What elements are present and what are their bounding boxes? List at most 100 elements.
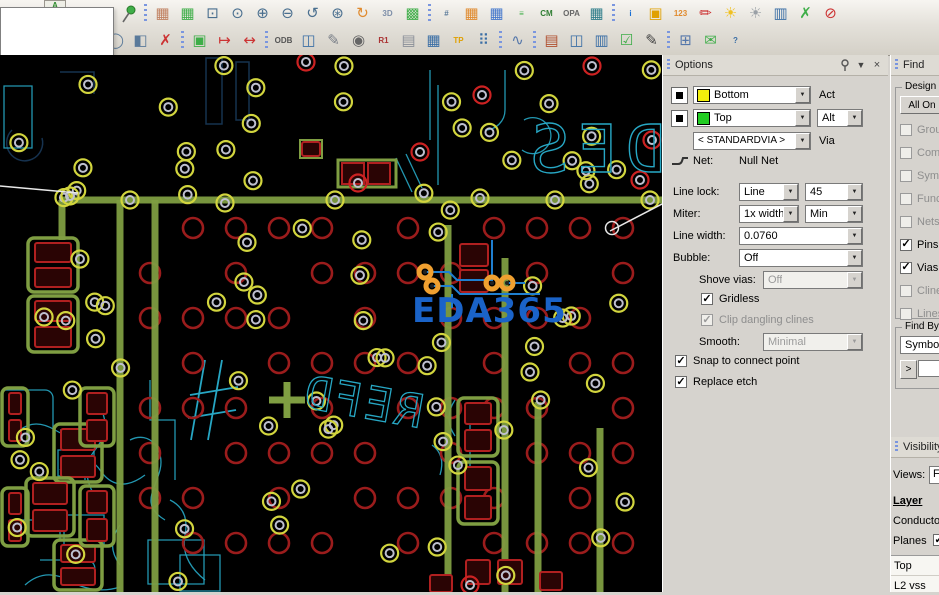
mail-send-button[interactable]: ✉ <box>698 29 723 53</box>
view-3d-button[interactable]: 3D <box>375 2 400 26</box>
zoom-fit-button[interactable]: ⊡ <box>200 2 225 26</box>
panel-grip[interactable] <box>667 59 670 71</box>
visibility-panel-header[interactable]: Visibility <box>891 437 939 458</box>
chevron-down-icon[interactable]: ▼ <box>854 58 868 72</box>
add-connect-button[interactable]: ∿ <box>505 29 530 53</box>
planes-checkbox[interactable]: ✓ <box>933 534 939 546</box>
zoom-world-button[interactable]: ⊛ <box>325 2 350 26</box>
find-filter-checkbox[interactable]: ✓ <box>900 239 912 251</box>
waive-tool-button[interactable]: ✗ <box>793 2 818 26</box>
odb-export-button[interactable]: ODB <box>271 29 296 53</box>
find-panel-header[interactable]: Find <box>891 55 939 76</box>
snapshot-button[interactable]: ◉ <box>346 29 371 53</box>
markup-pen-button[interactable]: ✎ <box>639 29 664 53</box>
testprep-key-button[interactable]: TP <box>446 29 471 53</box>
pcb-canvas[interactable]: DESREFDEDA365 <box>0 55 662 592</box>
combo-arrow-icon[interactable]: ▼ <box>847 184 862 200</box>
swap-blocks-button[interactable]: ▦ <box>459 2 484 26</box>
combo-arrow-icon[interactable]: ▼ <box>795 87 810 103</box>
via-array-button[interactable]: ⠿ <box>471 29 496 53</box>
refdes-tool-button[interactable]: R1 <box>371 29 396 53</box>
panel-grip[interactable] <box>895 441 898 453</box>
layer-stack-button[interactable]: ≡ <box>509 2 534 26</box>
line-angle-combobox[interactable]: 45 ▼ <box>805 183 863 201</box>
help-button[interactable]: ? <box>723 29 748 53</box>
combo-arrow-icon[interactable]: ▼ <box>847 250 862 266</box>
padstack-editor-button[interactable]: ▣ <box>187 29 212 53</box>
grid-toggle-button[interactable]: # <box>434 2 459 26</box>
zoom-in-button[interactable]: ⊕ <box>250 2 275 26</box>
check-report-button[interactable]: ☑ <box>614 29 639 53</box>
find-filter-vias[interactable]: ✓Vias <box>900 256 939 279</box>
combo-arrow-icon[interactable]: ▼ <box>783 206 798 222</box>
find-name-input[interactable] <box>918 360 939 377</box>
properties-table-button[interactable]: OPA <box>559 2 584 26</box>
layer-row-l2[interactable]: L2 vss <box>891 576 939 592</box>
artwork-grid-button[interactable]: ▦ <box>421 29 446 53</box>
alternate-layer-toggle[interactable] <box>671 110 688 127</box>
color-dialog-button[interactable]: ▩ <box>400 2 425 26</box>
zoom-out-button[interactable]: ⊖ <box>275 2 300 26</box>
module-blocks-button[interactable]: ▦ <box>484 2 509 26</box>
element-query-button[interactable]: ▣ <box>643 2 668 26</box>
sketch-grid-button[interactable]: ▦ <box>150 2 175 26</box>
bubble-combobox[interactable]: Off ▼ <box>739 249 863 267</box>
find-more-button[interactable]: > <box>900 360 917 379</box>
color-brush-button[interactable]: ✏ <box>693 2 718 26</box>
alternate-class-combobox[interactable]: Top ▼ <box>693 109 811 127</box>
pcb-design-view[interactable]: DESREFDEDA365 <box>0 55 662 592</box>
no-pick-cursor-button[interactable]: ⊘ <box>818 2 843 26</box>
combo-arrow-icon[interactable]: ▼ <box>795 110 810 126</box>
miter-min-combobox[interactable]: Min ▼ <box>805 205 863 223</box>
report-memo-button[interactable]: ▤ <box>539 29 564 53</box>
gridless-checkbox[interactable]: ✓ <box>701 293 713 305</box>
constraint-manager-button[interactable]: CM <box>534 2 559 26</box>
combo-arrow-icon[interactable]: ▼ <box>783 184 798 200</box>
via-combobox[interactable]: < STANDARDVIA > ▼ <box>693 132 811 150</box>
all-on-button[interactable]: All On <box>900 96 939 114</box>
panel-grip[interactable] <box>895 59 898 71</box>
pin-icon[interactable] <box>838 58 852 72</box>
alt-combobox[interactable]: Alt ▼ <box>817 109 863 127</box>
layer-row-top[interactable]: Top <box>891 556 939 576</box>
snap-checkbox[interactable]: ✓ <box>675 355 687 367</box>
line-lock-combobox[interactable]: Line ▼ <box>739 183 799 201</box>
dimension-line-button[interactable]: ↦ <box>212 29 237 53</box>
show-measure-button[interactable]: 123 <box>668 2 693 26</box>
cross-section-button[interactable]: ◫ <box>296 29 321 53</box>
combo-arrow-icon[interactable]: ▼ <box>847 110 862 126</box>
drawing-book-button[interactable]: ◫ <box>564 29 589 53</box>
miter-combobox[interactable]: 1x width ▼ <box>739 205 799 223</box>
dimension-span-button[interactable]: ↔ <box>237 29 262 53</box>
color-grid-button[interactable]: ▦ <box>175 2 200 26</box>
options-panel-header[interactable]: Options ▼ × <box>663 55 888 76</box>
zoom-previous-button[interactable]: ↺ <box>300 2 325 26</box>
highlight-button[interactable]: ☀ <box>718 2 743 26</box>
zoom-points-button[interactable]: ⊙ <box>225 2 250 26</box>
undo-button[interactable]: ↻ <box>350 2 375 26</box>
docked-blank-palette[interactable] <box>0 7 114 61</box>
fix-tool-button[interactable]: ✎ <box>321 29 346 53</box>
views-input[interactable]: F <box>929 466 939 484</box>
combo-arrow-icon[interactable]: ▼ <box>847 228 862 244</box>
delete-vertex-button[interactable]: ✗ <box>153 29 178 53</box>
active-layer-toggle[interactable] <box>671 87 688 104</box>
find-by-combobox[interactable]: Symbol ▼ <box>900 336 939 354</box>
find-filter-pins[interactable]: ✓Pins <box>900 233 939 256</box>
dehighlight-button[interactable]: ☀ <box>743 2 768 26</box>
find-filter-checkbox[interactable]: ✓ <box>900 262 912 274</box>
combo-arrow-icon[interactable]: ▼ <box>795 133 810 149</box>
combo-arrow-icon[interactable]: ▼ <box>847 206 862 222</box>
stackup-report-button[interactable]: ▥ <box>589 29 614 53</box>
replace-etch-checkbox[interactable]: ✓ <box>675 376 687 388</box>
active-class-combobox[interactable]: Bottom ▼ <box>693 86 811 104</box>
close-icon[interactable]: × <box>870 58 884 72</box>
copy-objects-button[interactable]: ⊞ <box>673 29 698 53</box>
show-element-button[interactable]: i <box>618 2 643 26</box>
graphs-button[interactable]: ▥ <box>768 2 793 26</box>
notes-pad-button[interactable]: ▤ <box>396 29 421 53</box>
shape-tool-button[interactable]: ◧ <box>128 29 153 53</box>
reports-table-button[interactable]: ▦ <box>584 2 609 26</box>
pushpin-button[interactable] <box>116 2 141 26</box>
line-width-combobox[interactable]: 0.0760 ▼ <box>739 227 863 245</box>
